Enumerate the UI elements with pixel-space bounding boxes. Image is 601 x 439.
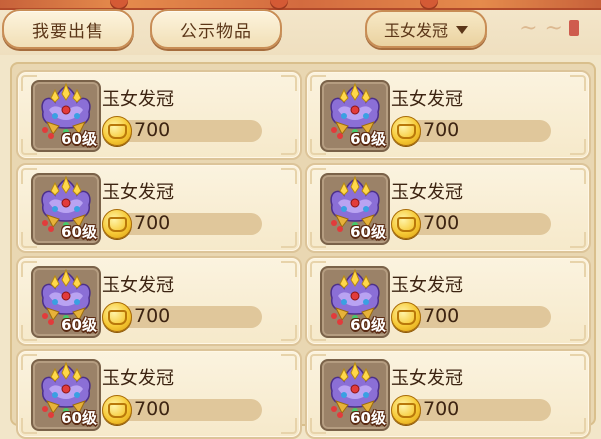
item-level-label: 60级 — [350, 130, 386, 148]
item-icon-slot[interactable]: 60级 — [320, 359, 390, 431]
item-name: 玉女发冠 — [391, 89, 463, 110]
item-price: 700 — [134, 398, 171, 420]
card-corner-ornament — [570, 354, 586, 370]
item-icon-slot[interactable]: 60级 — [31, 266, 101, 338]
gold-coin-icon — [102, 302, 132, 332]
item-icon-slot[interactable]: 60级 — [320, 266, 390, 338]
card-corner-ornament — [281, 168, 297, 184]
item-name: 玉女发冠 — [102, 89, 174, 110]
item-level-label: 60级 — [350, 409, 386, 427]
item-card[interactable]: 60级 玉女发冠 700 — [16, 163, 302, 253]
item-price: 700 — [423, 212, 460, 234]
top-bar: 我要出售 公示物品 玉女发冠 ~ ~ — [0, 0, 601, 55]
item-price: 700 — [134, 305, 171, 327]
item-price: 700 — [134, 119, 171, 141]
item-icon-slot[interactable]: 60级 — [31, 173, 101, 245]
item-level-label: 60级 — [61, 130, 97, 148]
item-name: 玉女发冠 — [102, 182, 174, 203]
item-card[interactable]: 60级 玉女发冠 700 — [16, 256, 302, 346]
gold-coin-icon — [391, 209, 421, 239]
card-corner-ornament — [281, 325, 297, 341]
item-price: 700 — [423, 305, 460, 327]
item-name: 玉女发冠 — [391, 368, 463, 389]
item-level-label: 60级 — [61, 409, 97, 427]
gold-coin-icon — [102, 116, 132, 146]
tab-public-items[interactable]: 公示物品 — [150, 9, 282, 49]
item-level-label: 60级 — [350, 223, 386, 241]
item-card[interactable]: 60级 玉女发冠 700 — [305, 163, 591, 253]
card-corner-ornament — [570, 139, 586, 155]
card-corner-ornament — [570, 75, 586, 91]
item-price: 700 — [134, 212, 171, 234]
item-name: 玉女发冠 — [102, 275, 174, 296]
tab-sell[interactable]: 我要出售 — [2, 9, 134, 49]
item-icon-slot[interactable]: 60级 — [320, 173, 390, 245]
item-card[interactable]: 60级 玉女发冠 700 — [305, 349, 591, 439]
item-filter-dropdown[interactable]: 玉女发冠 — [365, 10, 487, 48]
card-corner-ornament — [570, 232, 586, 248]
item-level-label: 60级 — [61, 316, 97, 334]
card-corner-ornament — [281, 354, 297, 370]
card-corner-ornament — [570, 168, 586, 184]
card-corner-ornament — [281, 232, 297, 248]
gold-coin-icon — [102, 209, 132, 239]
decorative-calligraphy: ~ ~ — [497, 8, 601, 48]
item-icon-slot[interactable]: 60级 — [320, 80, 390, 152]
filter-selected-value: 玉女发冠 — [383, 21, 448, 40]
item-card[interactable]: 60级 玉女发冠 700 — [305, 70, 591, 160]
gold-coin-icon — [391, 116, 421, 146]
card-corner-ornament — [281, 139, 297, 155]
tab-sell-label: 我要出售 — [32, 21, 104, 42]
item-icon-slot[interactable]: 60级 — [31, 80, 101, 152]
item-icon-slot[interactable]: 60级 — [31, 359, 101, 431]
tab-public-items-label: 公示物品 — [180, 21, 252, 42]
item-level-label: 60级 — [61, 223, 97, 241]
item-card[interactable]: 60级 玉女发冠 700 — [16, 70, 302, 160]
card-corner-ornament — [570, 261, 586, 277]
item-level-label: 60级 — [350, 316, 386, 334]
item-name: 玉女发冠 — [391, 275, 463, 296]
item-card[interactable]: 60级 玉女发冠 700 — [305, 256, 591, 346]
card-corner-ornament — [281, 75, 297, 91]
item-name: 玉女发冠 — [102, 368, 174, 389]
card-corner-ornament — [570, 325, 586, 341]
item-name: 玉女发冠 — [391, 182, 463, 203]
item-card[interactable]: 60级 玉女发冠 700 — [16, 349, 302, 439]
gold-coin-icon — [391, 302, 421, 332]
caret-down-icon — [456, 26, 468, 34]
card-corner-ornament — [281, 418, 297, 434]
item-price: 700 — [423, 398, 460, 420]
item-price: 700 — [423, 119, 460, 141]
card-corner-ornament — [281, 261, 297, 277]
card-corner-ornament — [570, 418, 586, 434]
